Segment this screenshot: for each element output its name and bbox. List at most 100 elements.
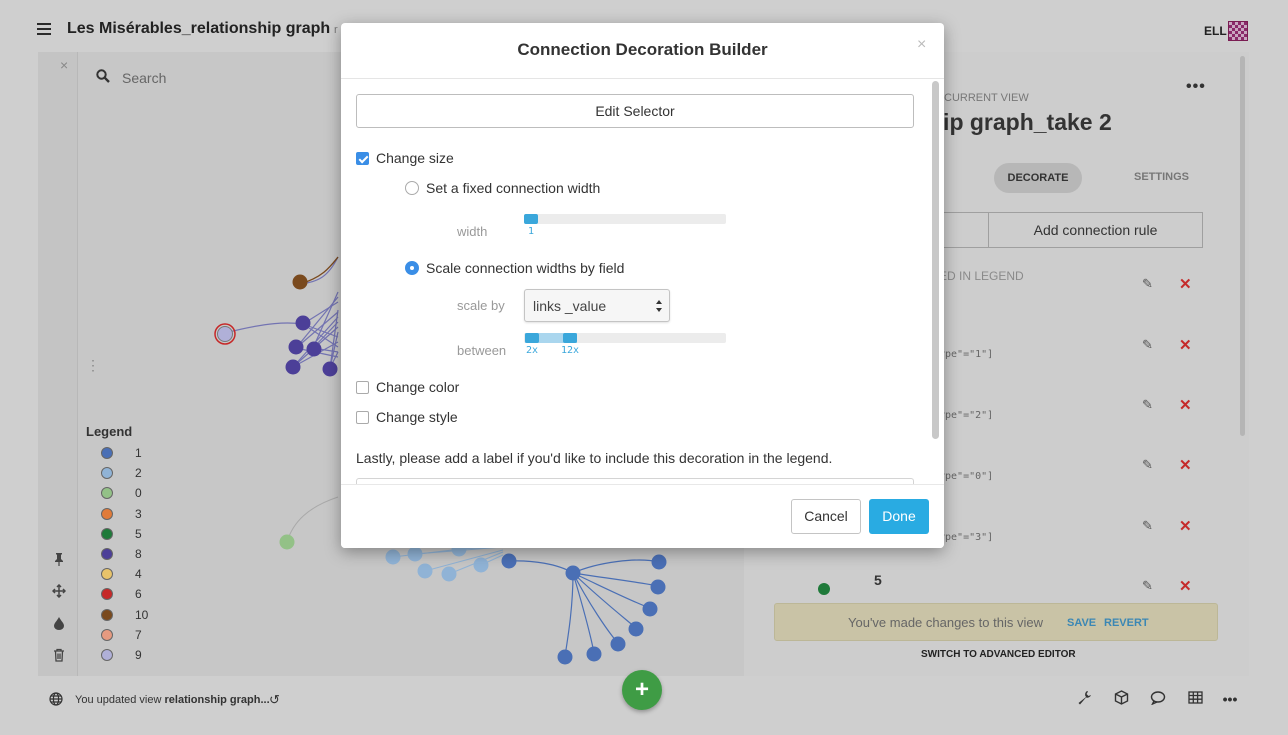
- range-min-handle[interactable]: [525, 333, 539, 343]
- legend-item: 9: [86, 645, 148, 665]
- close-icon[interactable]: ×: [917, 36, 926, 54]
- avatar[interactable]: [1228, 21, 1248, 41]
- delete-icon[interactable]: ✕: [1179, 398, 1193, 413]
- range-min-value: 2x: [526, 345, 539, 356]
- edit-selector-button[interactable]: Edit Selector: [356, 94, 914, 128]
- legend-swatch: [101, 527, 113, 540]
- view-title: hip graph_take 2: [929, 109, 1112, 135]
- legend-item: 6: [86, 584, 148, 604]
- scale-by-field-label: Scale connection widths by field: [426, 260, 625, 276]
- pin-icon[interactable]: [52, 552, 66, 568]
- advanced-editor-link[interactable]: SWITCH TO ADVANCED EDITOR: [921, 649, 1076, 660]
- width-value: 1: [528, 226, 535, 237]
- rule-label: 5: [874, 572, 882, 588]
- panel-scrollbar[interactable]: [1240, 56, 1245, 436]
- edit-icon[interactable]: ✎: [1142, 337, 1156, 352]
- range-max-handle[interactable]: [563, 333, 577, 343]
- width-slider-handle[interactable]: [524, 214, 538, 224]
- dialog-scrollbar[interactable]: [932, 81, 939, 439]
- fixed-width-radio[interactable]: [405, 181, 419, 195]
- comment-icon[interactable]: [1149, 690, 1167, 708]
- panel-resize-grip[interactable]: ⋮: [86, 357, 100, 374]
- edit-icon[interactable]: ✎: [1142, 457, 1156, 472]
- drop-icon[interactable]: [52, 616, 66, 632]
- scale-by-field-radio[interactable]: [405, 261, 419, 275]
- legend-item: 2: [86, 463, 148, 483]
- edit-icon[interactable]: ✎: [1142, 397, 1156, 412]
- legend-swatch: [101, 548, 113, 561]
- legend-item: 4: [86, 564, 148, 584]
- user-initials[interactable]: ELL: [1204, 24, 1227, 38]
- between-label: between: [457, 343, 507, 358]
- legend-label: 3: [135, 506, 142, 521]
- graph-legend: Legend 1 2 0 3 5 8 4 6 10 7 9: [86, 424, 148, 665]
- delete-icon[interactable]: ✕: [1179, 519, 1193, 534]
- delete-icon[interactable]: ✕: [1179, 338, 1193, 353]
- cube-icon[interactable]: [1112, 690, 1130, 708]
- more-options-icon[interactable]: •••: [1221, 690, 1239, 708]
- add-button[interactable]: +: [622, 670, 662, 710]
- delete-icon[interactable]: ✕: [1179, 579, 1193, 594]
- cancel-button[interactable]: Cancel: [791, 499, 861, 534]
- close-icon[interactable]: ×: [60, 57, 68, 73]
- width-slider[interactable]: [524, 214, 726, 224]
- scale-field-value: links _value: [533, 298, 607, 314]
- legend-item: 10: [86, 605, 148, 625]
- globe-icon[interactable]: [49, 692, 63, 706]
- tab-decorate[interactable]: DECORATE: [994, 163, 1082, 193]
- search-input[interactable]: Search: [122, 70, 166, 86]
- change-style-checkbox[interactable]: [356, 411, 369, 424]
- add-connection-rule-button[interactable]: Add connection rule: [988, 212, 1203, 248]
- delete-icon[interactable]: ✕: [1179, 277, 1193, 292]
- revert-link[interactable]: REVERT: [1104, 617, 1149, 629]
- width-label: width: [457, 224, 488, 239]
- legend-label: 5: [135, 526, 142, 541]
- width-range-slider[interactable]: [524, 333, 726, 343]
- edit-icon[interactable]: ✎: [1142, 578, 1156, 593]
- status-message: You updated view relationship graph...: [75, 694, 270, 706]
- legend-label: 0: [135, 486, 142, 501]
- status-prefix: You updated view: [75, 694, 165, 706]
- menu-icon[interactable]: [37, 23, 51, 35]
- changes-message: You've made changes to this view: [848, 615, 1043, 630]
- status-view-name[interactable]: relationship graph...: [165, 694, 270, 706]
- undo-icon[interactable]: ↺: [269, 692, 280, 708]
- trash-icon[interactable]: [52, 648, 66, 664]
- change-color-checkbox[interactable]: [356, 381, 369, 394]
- delete-icon[interactable]: ✕: [1179, 458, 1193, 473]
- change-size-checkbox[interactable]: [356, 152, 369, 165]
- add-node-rule-button[interactable]: [939, 212, 989, 248]
- edit-icon[interactable]: ✎: [1142, 518, 1156, 533]
- legend-item: 8: [86, 544, 148, 564]
- rule-selector: ype"="0"]: [939, 471, 994, 482]
- dialog-footer: Cancel Done: [341, 484, 944, 548]
- search-icon: [96, 69, 110, 83]
- legend-title: Legend: [86, 424, 133, 439]
- legend-swatch: [101, 447, 113, 460]
- done-button[interactable]: Done: [869, 499, 929, 534]
- save-link[interactable]: SAVE: [1067, 617, 1096, 629]
- scale-field-select[interactable]: links _value: [524, 289, 670, 322]
- wrench-icon[interactable]: [1075, 690, 1093, 708]
- legend-swatch: [101, 507, 113, 520]
- range-max-value: 12x: [561, 345, 580, 356]
- legend-list: 1 2 0 3 5 8 4 6 10 7 9: [86, 443, 148, 665]
- edit-icon[interactable]: ✎: [1142, 276, 1156, 291]
- table-icon[interactable]: [1186, 690, 1204, 708]
- rule-selector: ype"="3"]: [939, 532, 994, 543]
- legend-label: 8: [135, 547, 142, 562]
- change-style-label: Change style: [376, 409, 458, 425]
- change-color-label: Change color: [376, 379, 460, 395]
- unsaved-changes-banner: You've made changes to this view SAVE RE…: [774, 603, 1218, 641]
- dialog-title: Connection Decoration Builder: [517, 40, 768, 59]
- move-icon[interactable]: [51, 583, 67, 600]
- legend-swatch: [101, 628, 113, 641]
- legend-swatch: [101, 648, 113, 661]
- legend-item: 5: [86, 524, 148, 544]
- legend-label: 2: [135, 466, 142, 481]
- connection-decoration-dialog: Connection Decoration Builder × Edit Sel…: [341, 23, 944, 548]
- more-icon[interactable]: •••: [1186, 78, 1206, 96]
- change-size-label: Change size: [376, 150, 454, 166]
- tab-settings[interactable]: SETTINGS: [1134, 171, 1189, 183]
- legend-swatch: [101, 467, 113, 480]
